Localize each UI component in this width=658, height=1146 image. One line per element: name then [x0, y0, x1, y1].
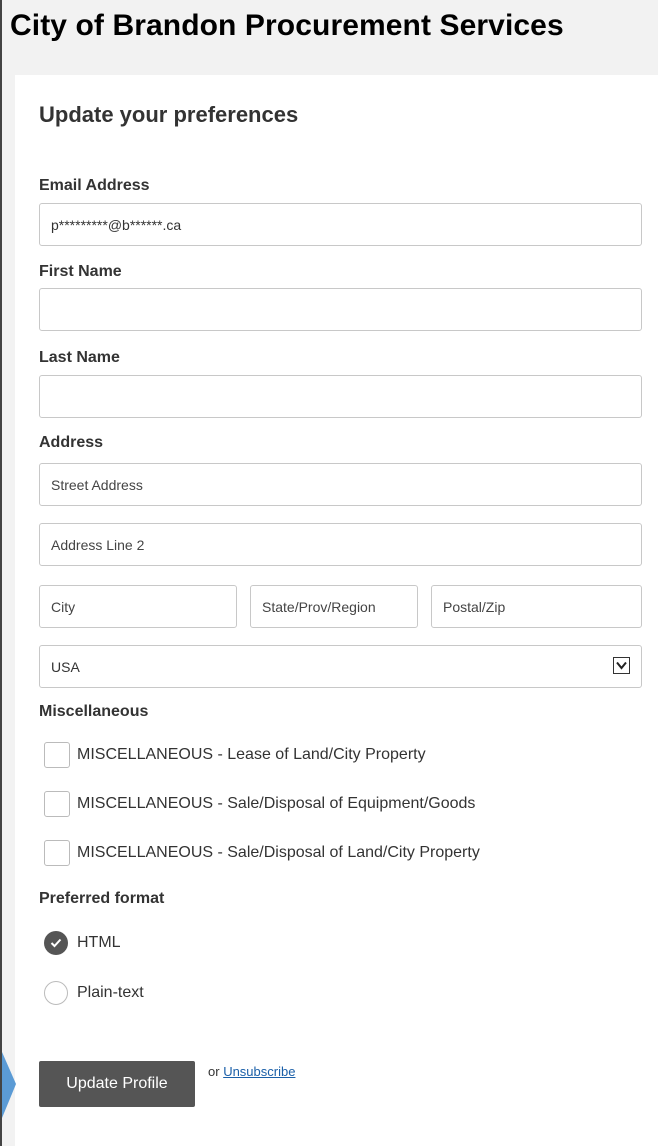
page: City of Brandon Procurement Services Upd… [0, 0, 658, 1146]
checkbox[interactable] [44, 791, 70, 817]
country-select-value: USA [51, 659, 80, 675]
street-address-field[interactable] [39, 463, 642, 506]
site-title: City of Brandon Procurement Services [10, 9, 564, 42]
format-option-label: HTML [77, 934, 121, 951]
unsubscribe-link[interactable]: Unsubscribe [223, 1064, 295, 1079]
radio-checked[interactable] [44, 931, 68, 955]
update-profile-button[interactable]: Update Profile [39, 1061, 195, 1107]
last-name-label: Last Name [39, 349, 120, 366]
preferred-format-label: Preferred format [39, 890, 165, 907]
misc-option-label: MISCELLANEOUS - Lease of Land/City Prope… [77, 746, 426, 763]
checkbox[interactable] [44, 840, 70, 866]
postal-zip-field[interactable] [431, 585, 642, 628]
or-text: or [208, 1064, 220, 1079]
email-label: Email Address [39, 177, 150, 194]
arrow-pointer-icon [2, 1052, 16, 1118]
checkbox[interactable] [44, 742, 70, 768]
state-field[interactable] [250, 585, 418, 628]
email-field[interactable] [39, 203, 642, 246]
address-line-2-field[interactable] [39, 523, 642, 566]
unsubscribe-line: or Unsubscribe [208, 1064, 295, 1079]
misc-option-label: MISCELLANEOUS - Sale/Disposal of Land/Ci… [77, 844, 480, 861]
radio-unchecked[interactable] [44, 981, 68, 1005]
checkmark-icon [50, 938, 62, 948]
city-field[interactable] [39, 585, 237, 628]
address-label: Address [39, 434, 104, 451]
last-name-field[interactable] [39, 375, 642, 418]
first-name-label: First Name [39, 263, 122, 280]
chevron-down-icon[interactable] [613, 657, 630, 674]
preferences-form: Update your preferences Email Address Fi… [15, 75, 658, 1146]
miscellaneous-label: Miscellaneous [39, 703, 149, 720]
misc-option-label: MISCELLANEOUS - Sale/Disposal of Equipme… [77, 795, 476, 812]
country-select[interactable]: USA [39, 645, 642, 688]
first-name-field[interactable] [39, 288, 642, 331]
format-option-label: Plain-text [77, 984, 144, 1001]
form-title: Update your preferences [39, 102, 299, 127]
